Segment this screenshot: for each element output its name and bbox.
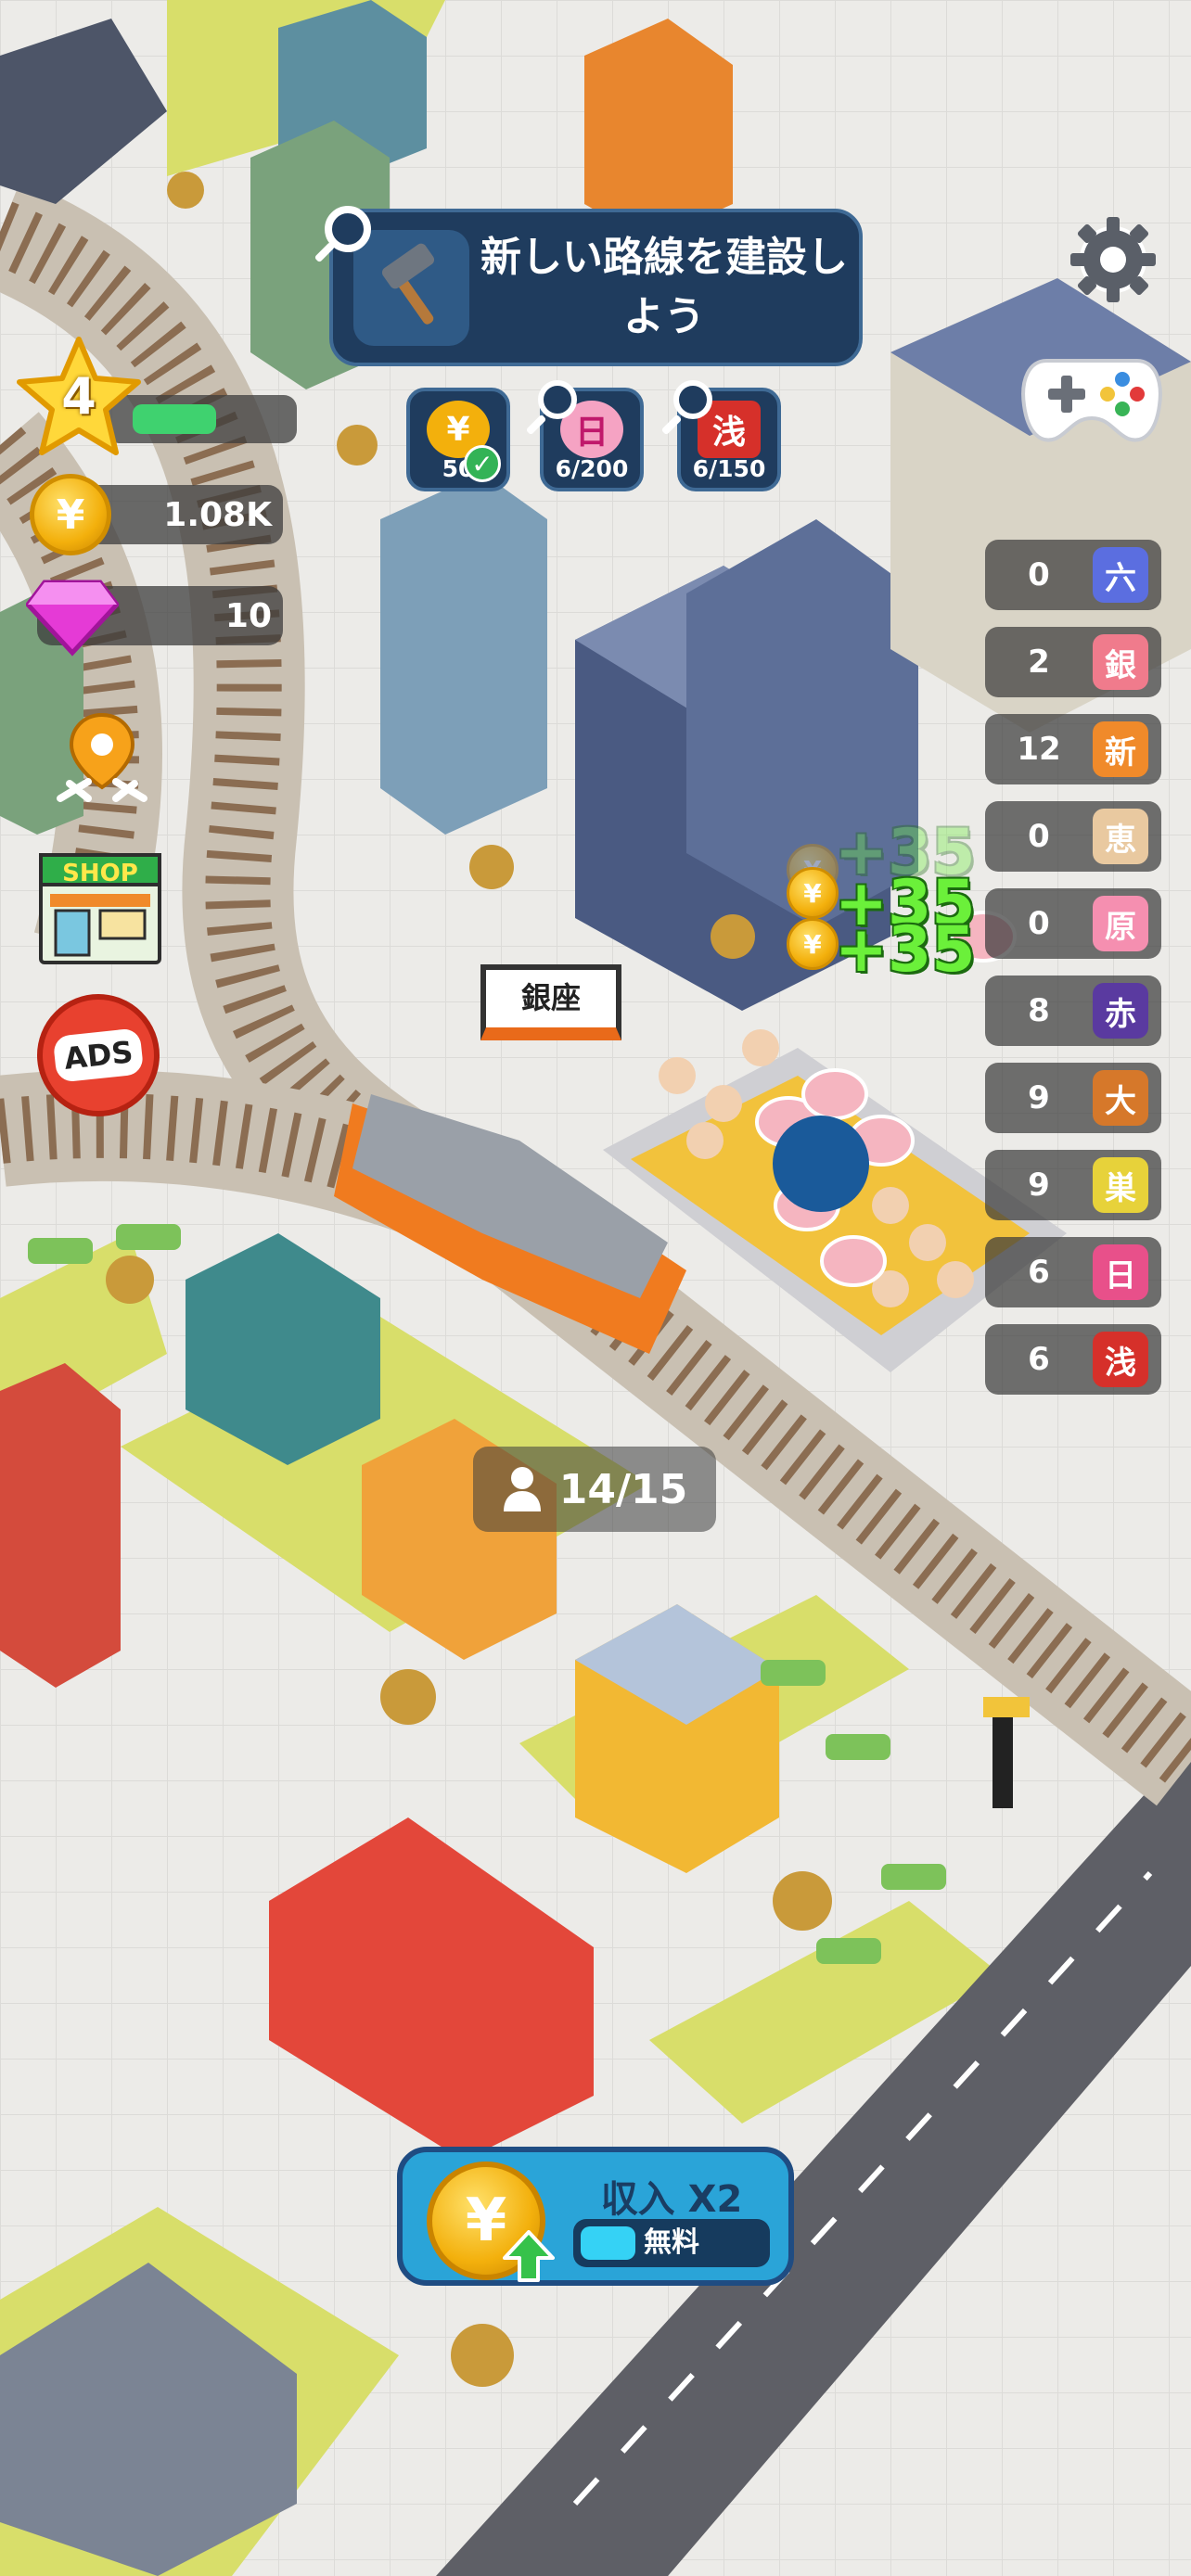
station-badge-icon: 銀 [1093,634,1148,690]
station-badge-icon: 恵 [1093,809,1148,864]
star-icon: 4 [14,334,144,464]
map-pin-button[interactable] [51,709,153,811]
level-number: 4 [61,367,96,426]
storefront-icon [50,894,150,957]
resource-count: 8 [1028,992,1050,1029]
resource-count: 12 [1017,731,1061,768]
station-badge-icon: 日 [1093,1244,1148,1300]
minigames-button[interactable] [1018,348,1165,452]
quest-goal-coins[interactable]: ¥ 50 ✓ [406,388,510,491]
level-progress-fill [133,404,216,434]
resource-row[interactable]: 6日 [985,1237,1161,1307]
station-badge-icon: 巣 [1093,1157,1148,1213]
income-boost-title: 収入 X2 [600,2178,743,2221]
station-badge-icon: 浅 [1093,1332,1148,1387]
station-badge-icon: 六 [1093,547,1148,603]
resource-count: 0 [1028,818,1050,855]
resource-count: 6 [1028,1341,1050,1378]
quest-goal-label: 6/150 [692,455,766,482]
resource-row[interactable]: 2銀 [985,627,1161,697]
resource-row[interactable]: 0恵 [985,801,1161,872]
resource-row[interactable]: 9大 [985,1063,1161,1133]
hammer-icon [353,229,469,346]
station-badge-icon: 赤 [1093,983,1148,1039]
yen-coin-icon: ¥ [787,918,839,970]
gem-icon [26,580,119,657]
resource-count: 6 [1028,1254,1050,1291]
arrow-up-icon [503,2230,555,2282]
yen-coin-icon: ¥ [30,474,111,555]
shop-label: SHOP [39,853,161,887]
free-boost-label: 無料 [644,2226,699,2259]
income-boost-panel[interactable]: ¥ 収入 X2 無料 [397,2147,794,2286]
coin-amount: 1.08K [163,495,272,534]
resource-count: 2 [1028,644,1050,681]
free-boost-button[interactable]: 無料 [573,2219,770,2267]
reward-popup: +35 [835,913,976,987]
search-icon [538,380,577,419]
station-name: 銀座 [520,980,581,1015]
gamepad-icon [1021,359,1162,442]
station-badge-icon: 新 [1093,721,1148,777]
quest-title: 新しい路線を建設しよう [480,234,848,340]
resource-count: 9 [1028,1167,1050,1204]
resource-count: 9 [1028,1079,1050,1116]
station-badge-icon: 原 [1093,896,1148,951]
resource-row[interactable]: 6浅 [985,1324,1161,1395]
person-icon [503,1467,541,1511]
player-level: 4 [14,334,297,455]
search-icon [325,206,371,252]
search-icon [673,380,712,419]
station-badge-icon: 大 [1093,1070,1148,1126]
resource-count: 0 [1028,556,1050,593]
settings-button[interactable] [1067,213,1159,306]
resource-row[interactable]: 0原 [985,888,1161,959]
resource-count: 0 [1028,905,1050,942]
checkmark-icon: ✓ [464,445,501,482]
resource-row[interactable]: 9巣 [985,1150,1161,1220]
resource-row[interactable]: 12 新 [985,714,1161,784]
quest-panel[interactable]: 新しい路線を建設しよう [329,209,863,366]
quest-goal-label: 6/200 [555,455,629,482]
train-capacity-badge: 14/15 [473,1447,716,1532]
passenger-count: 14/15 [558,1465,688,1513]
gem-amount: 10 [224,596,272,635]
yen-coin-icon: ¥ [787,867,839,919]
resource-row[interactable]: 0六 [985,540,1161,610]
location-pin-icon [57,712,147,802]
station-name-sign[interactable]: 銀座 [480,964,621,1040]
resource-row[interactable]: 8赤 [985,976,1161,1046]
gear-icon [1070,217,1156,302]
ads-label: ADS [52,1027,145,1083]
shop-button[interactable]: SHOP [39,853,161,964]
no-ads-button[interactable]: ADS [37,994,160,1116]
